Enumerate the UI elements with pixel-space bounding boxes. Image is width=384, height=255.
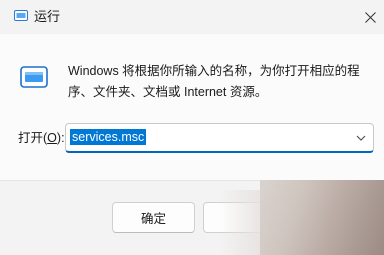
open-label-accesskey: O [47,131,57,145]
close-icon [364,11,376,23]
dialog-body: Windows 将根据你所输入的名称，为你打开相应的程序、文件夹、文档或 Int… [0,34,384,180]
run-dialog-icon [20,66,48,88]
open-input[interactable]: services.msc [70,129,147,145]
dialog-description: Windows 将根据你所输入的名称，为你打开相应的程序、文件夹、文档或 Int… [68,64,360,99]
open-label-suffix: ): [56,131,65,145]
close-button[interactable] [358,5,382,29]
ok-button[interactable]: 确定 [112,202,195,233]
open-label-prefix: 打开( [18,131,48,145]
open-combobox[interactable]: services.msc [65,123,374,153]
background-photo [260,180,384,255]
run-app-icon [14,10,28,21]
open-label: 打开(O): [18,130,65,146]
title-bar: 运行 [0,0,384,34]
background-blur [220,190,260,255]
window-title: 运行 [34,9,61,24]
chevron-down-icon[interactable] [355,132,367,144]
